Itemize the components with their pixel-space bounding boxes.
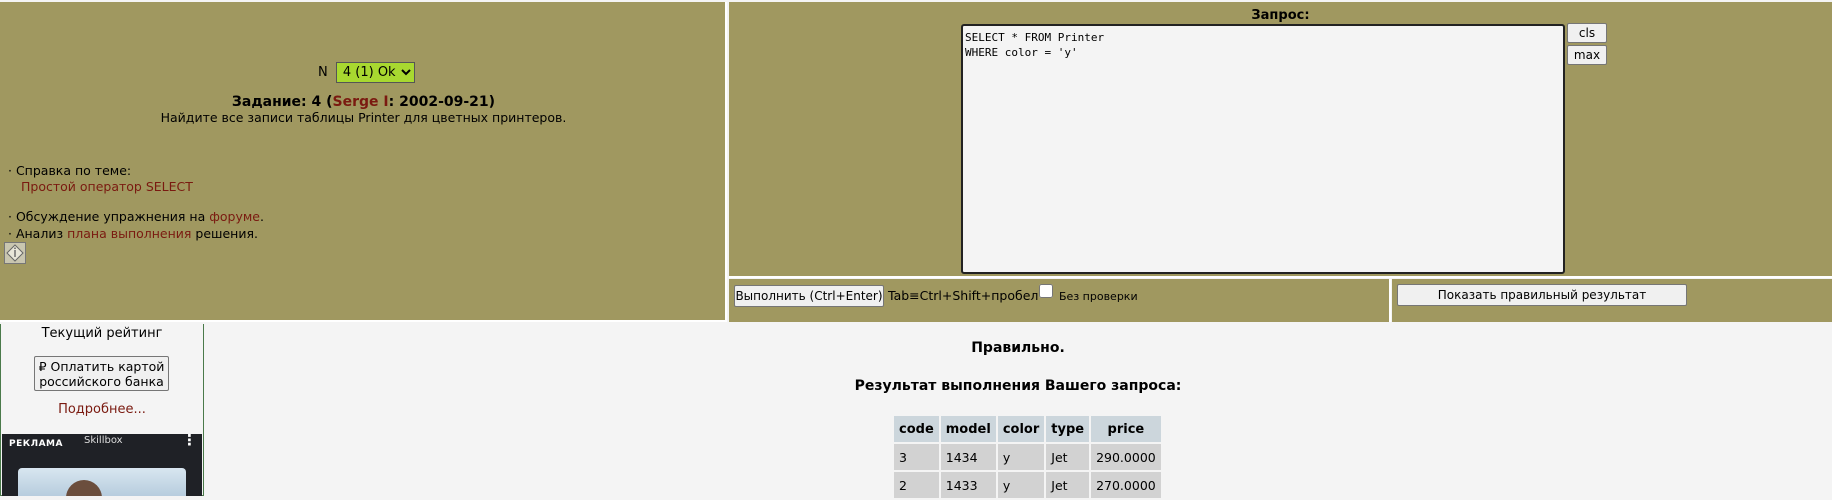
table-cell: 290.0000	[1091, 444, 1161, 470]
query-panel: Запрос: SELECT * FROM Printer WHERE colo…	[729, 2, 1832, 278]
result-area: Правильно. Результат выполнения Вашего з…	[204, 324, 1832, 498]
no-check-checkbox[interactable]	[1039, 284, 1053, 298]
table-header-row: code model color type price	[894, 416, 1161, 442]
execute-bar: Выполнить (Ctrl+Enter) Tab≡Ctrl+Shift+пр…	[729, 279, 1391, 322]
table-row: 2 1433 y Jet 270.0000	[894, 472, 1161, 498]
column-header: model	[940, 416, 996, 442]
ad-label: РЕКЛАМА	[9, 439, 63, 449]
task-date: : 2002-09-21)	[388, 94, 496, 110]
rating-sidebar: Текущий рейтинг ₽ Оплатить картой россий…	[0, 324, 204, 496]
task-description: Найдите все записи таблицы Printer для ц…	[160, 110, 567, 125]
task-number-selector: N 4 (1) Ok	[318, 62, 415, 83]
ad-image	[18, 468, 186, 496]
forum-line: · Обсуждение упражнения на форуме.	[8, 209, 264, 224]
table-row: 3 1434 y Jet 290.0000	[894, 444, 1161, 470]
ad-menu-icon[interactable]: ⋮	[182, 434, 197, 448]
task-title: Задание: 4 (Serge I: 2002-09-21)	[0, 94, 727, 110]
result-title: Результат выполнения Вашего запроса:	[854, 378, 1182, 394]
column-header: color	[997, 416, 1045, 442]
table-cell: 1433	[940, 472, 996, 498]
execute-button[interactable]: Выполнить (Ctrl+Enter)	[734, 285, 884, 307]
result-table: code model color type price 3 1434 y Jet…	[892, 414, 1163, 500]
plan-suffix: решения.	[191, 226, 258, 241]
help-label: · Справка по теме:	[8, 163, 132, 178]
no-check-label: Без проверки	[1059, 290, 1138, 303]
ad-person-image	[66, 480, 102, 496]
plan-line: · Анализ плана выполнения решения.	[8, 226, 258, 241]
query-label: Запрос:	[1251, 8, 1310, 23]
maximize-button[interactable]: max	[1567, 45, 1607, 65]
rating-title: Текущий рейтинг	[41, 326, 163, 341]
column-header: price	[1091, 416, 1161, 442]
column-header: type	[1046, 416, 1090, 442]
plan-link[interactable]: плана выполнения	[67, 226, 191, 241]
show-result-bar: Показать правильный результат	[1392, 279, 1832, 322]
shortcut-hint: Tab≡Ctrl+Shift+пробел	[888, 288, 1039, 303]
table-cell: y	[997, 444, 1045, 470]
clear-button[interactable]: cls	[1567, 23, 1607, 43]
plan-prefix: · Анализ	[8, 226, 68, 241]
query-input[interactable]: SELECT * FROM Printer WHERE color = 'y'	[961, 24, 1565, 274]
show-correct-result-button[interactable]: Показать правильный результат	[1397, 284, 1687, 306]
ad-brand: Skillbox	[84, 435, 123, 446]
diamond-icon	[6, 244, 24, 262]
task-author: Serge I	[332, 94, 389, 110]
ad-banner[interactable]: РЕКЛАМА Skillbox ⋮	[2, 434, 202, 496]
result-status: Правильно.	[971, 340, 1065, 356]
table-cell: y	[997, 472, 1045, 498]
info-diamond-icon[interactable]	[4, 242, 26, 264]
table-cell: 3	[894, 444, 939, 470]
forum-prefix: · Обсуждение упражнения на	[8, 209, 210, 224]
table-cell: 2	[894, 472, 939, 498]
forum-suffix: .	[260, 209, 264, 224]
task-select[interactable]: 4 (1) Ok	[335, 62, 415, 83]
table-cell: Jet	[1046, 444, 1090, 470]
task-title-prefix: Задание: 4 (	[231, 94, 333, 110]
task-number-label: N	[318, 65, 328, 80]
forum-link[interactable]: форуме	[209, 209, 260, 224]
column-header: code	[894, 416, 939, 442]
more-link[interactable]: Подробнее...	[1, 402, 203, 417]
table-cell: Jet	[1046, 472, 1090, 498]
pay-card-button[interactable]: ₽ Оплатить картой российского банка	[34, 356, 169, 391]
table-cell: 270.0000	[1091, 472, 1161, 498]
help-link[interactable]: Простой оператор SELECT	[21, 179, 193, 194]
task-panel: N 4 (1) Ok Задание: 4 (Serge I: 2002-09-…	[0, 2, 727, 322]
table-cell: 1434	[940, 444, 996, 470]
